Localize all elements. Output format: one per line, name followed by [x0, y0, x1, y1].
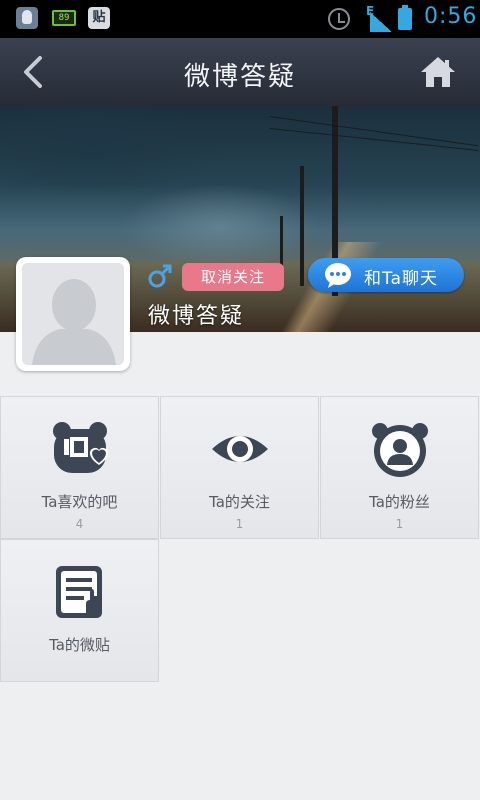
post-document-icon — [55, 566, 102, 618]
default-avatar-icon — [22, 263, 124, 365]
chat-button-label: 和Ta聊天 — [364, 269, 438, 289]
battery-notification-icon: 89 — [52, 10, 76, 26]
alarm-icon — [328, 8, 350, 30]
grid-item-liked-bars[interactable]: Ta喜欢的吧 4 — [0, 396, 159, 539]
grid-item-label: Ta喜欢的吧 — [41, 493, 118, 511]
home-icon — [421, 57, 455, 87]
chat-button[interactable]: 和Ta聊天 — [308, 258, 464, 292]
grid-item-label: Ta的微贴 — [49, 636, 110, 654]
signal-icon: E — [366, 4, 392, 32]
back-button[interactable] — [14, 52, 54, 92]
male-gender-icon — [148, 264, 172, 288]
grid-item-count: 4 — [75, 517, 84, 531]
grid-item-count: 1 — [235, 517, 244, 531]
grid-item-count: 1 — [395, 517, 404, 531]
clock: 0:56 — [424, 4, 478, 29]
fans-icon — [371, 423, 428, 477]
unfollow-button[interactable]: 取消关注 — [182, 263, 284, 291]
grid-item-following[interactable]: Ta的关注 1 — [160, 396, 319, 539]
tieba-notification-icon: 贴 — [88, 7, 110, 29]
qq-notification-icon — [16, 7, 38, 29]
home-button[interactable] — [418, 52, 458, 92]
chat-bubble-icon — [325, 263, 351, 288]
status-bar: 89 贴 E 0:56 — [0, 0, 480, 38]
bar-heart-icon — [52, 422, 108, 473]
chevron-left-icon — [24, 56, 42, 88]
title-bar: 微博答疑 — [0, 38, 480, 106]
battery-icon — [398, 5, 412, 30]
grid-item-label: Ta的关注 — [209, 493, 270, 511]
avatar[interactable] — [16, 257, 130, 371]
grid-item-fans[interactable]: Ta的粉丝 1 — [320, 396, 479, 539]
username: 微博答疑 — [148, 304, 245, 329]
eye-icon — [211, 436, 268, 462]
page-title: 微博答疑 — [183, 62, 296, 92]
grid-item-label: Ta的粉丝 — [369, 493, 430, 511]
grid-item-posts[interactable]: Ta的微贴 — [0, 539, 159, 682]
